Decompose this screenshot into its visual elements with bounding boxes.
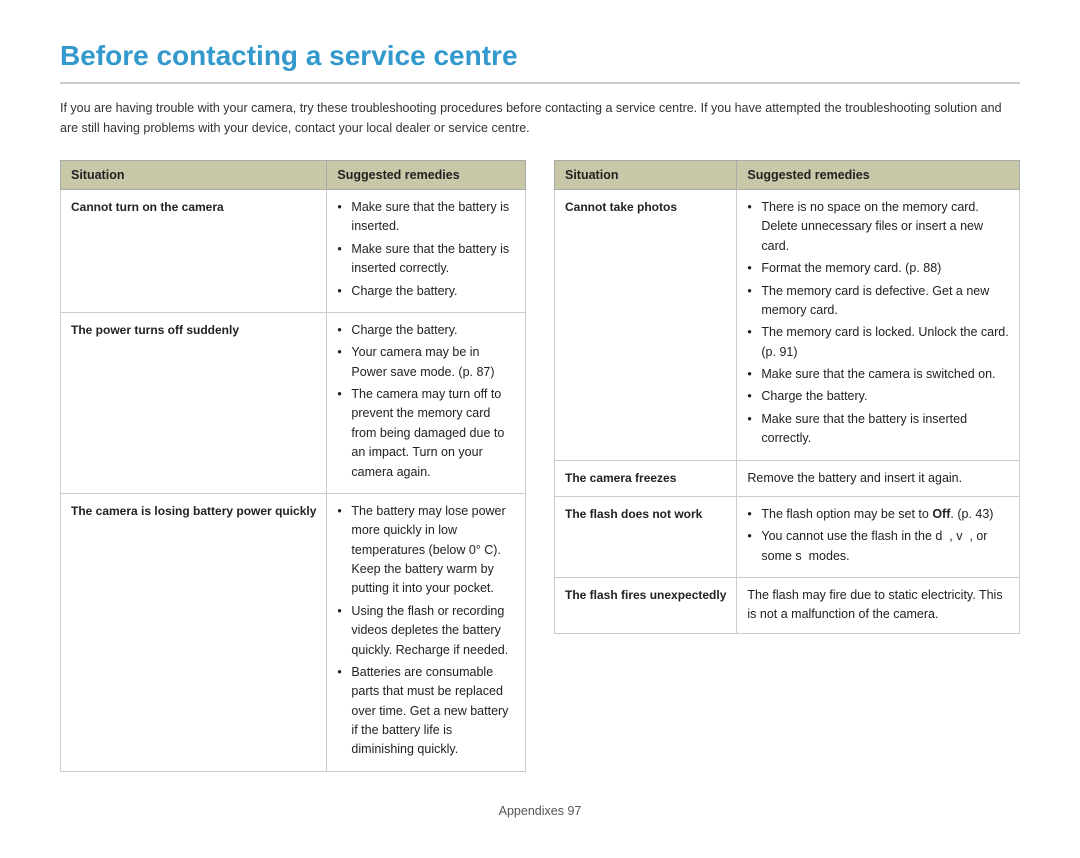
right-col1-header: Situation (555, 161, 737, 190)
situation-cell: Cannot turn on the camera (61, 190, 327, 313)
situation-cell: The flash does not work (555, 496, 737, 577)
situation-cell: The flash fires unexpectedly (555, 578, 737, 634)
list-item: There is no space on the memory card. De… (747, 198, 1009, 256)
table-row: The flash fires unexpectedlyThe flash ma… (555, 578, 1020, 634)
page-title: Before contacting a service centre (60, 40, 1020, 84)
list-item: The flash option may be set to Off. (p. … (747, 505, 1009, 524)
left-table-section: Situation Suggested remedies Cannot turn… (60, 160, 526, 772)
table-row: The flash does not work The flash option … (555, 496, 1020, 577)
list-item: Make sure that the battery is inserted c… (747, 410, 1009, 449)
left-table: Situation Suggested remedies Cannot turn… (60, 160, 526, 772)
list-item: The memory card is defective. Get a new … (747, 282, 1009, 321)
remedy-cell: There is no space on the memory card. De… (737, 190, 1020, 461)
list-item: Your camera may be in Power save mode. (… (337, 343, 515, 382)
remedy-cell: Remove the battery and insert it again. (737, 460, 1020, 496)
situation-cell: The camera is losing battery power quick… (61, 493, 327, 771)
list-item: Format the memory card. (p. 88) (747, 259, 1009, 278)
tables-wrapper: Situation Suggested remedies Cannot turn… (60, 160, 1020, 772)
list-item: Charge the battery. (337, 282, 515, 301)
table-row: The power turns off suddenlyCharge the b… (61, 312, 526, 493)
right-col2-header: Suggested remedies (737, 161, 1020, 190)
intro-text: If you are having trouble with your came… (60, 98, 1020, 138)
remedy-cell: The flash may fire due to static electri… (737, 578, 1020, 634)
list-item: The memory card is locked. Unlock the ca… (747, 323, 1009, 362)
list-item: The battery may lose power more quickly … (337, 502, 515, 599)
table-row: The camera is losing battery power quick… (61, 493, 526, 771)
left-col1-header: Situation (61, 161, 327, 190)
left-col2-header: Suggested remedies (327, 161, 526, 190)
list-item: Make sure that the battery is inserted. (337, 198, 515, 237)
table-row: Cannot take photosThere is no space on t… (555, 190, 1020, 461)
table-row: Cannot turn on the cameraMake sure that … (61, 190, 526, 313)
situation-cell: Cannot take photos (555, 190, 737, 461)
remedy-cell: Make sure that the battery is inserted.M… (327, 190, 526, 313)
remedy-cell: Charge the battery. Your camera may be in… (327, 312, 526, 493)
situation-cell: The camera freezes (555, 460, 737, 496)
list-item: Charge the battery. (747, 387, 1009, 406)
right-table-section: Situation Suggested remedies Cannot take… (554, 160, 1020, 772)
list-item: You cannot use the flash in the d , v , … (747, 527, 1009, 566)
table-row: The camera freezesRemove the battery and… (555, 460, 1020, 496)
remedy-cell: The battery may lose power more quickly … (327, 493, 526, 771)
list-item: Make sure that the camera is switched on… (747, 365, 1009, 384)
list-item: The camera may turn off to prevent the m… (337, 385, 515, 482)
right-table: Situation Suggested remedies Cannot take… (554, 160, 1020, 634)
footer: Appendixes 97 (60, 804, 1020, 818)
list-item: Batteries are consumable parts that must… (337, 663, 515, 760)
list-item: Charge the battery. (337, 321, 515, 340)
situation-cell: The power turns off suddenly (61, 312, 327, 493)
list-item: Using the flash or recording videos depl… (337, 602, 515, 660)
list-item: Make sure that the battery is inserted c… (337, 240, 515, 279)
remedy-cell: The flash option may be set to Off. (p. … (737, 496, 1020, 577)
